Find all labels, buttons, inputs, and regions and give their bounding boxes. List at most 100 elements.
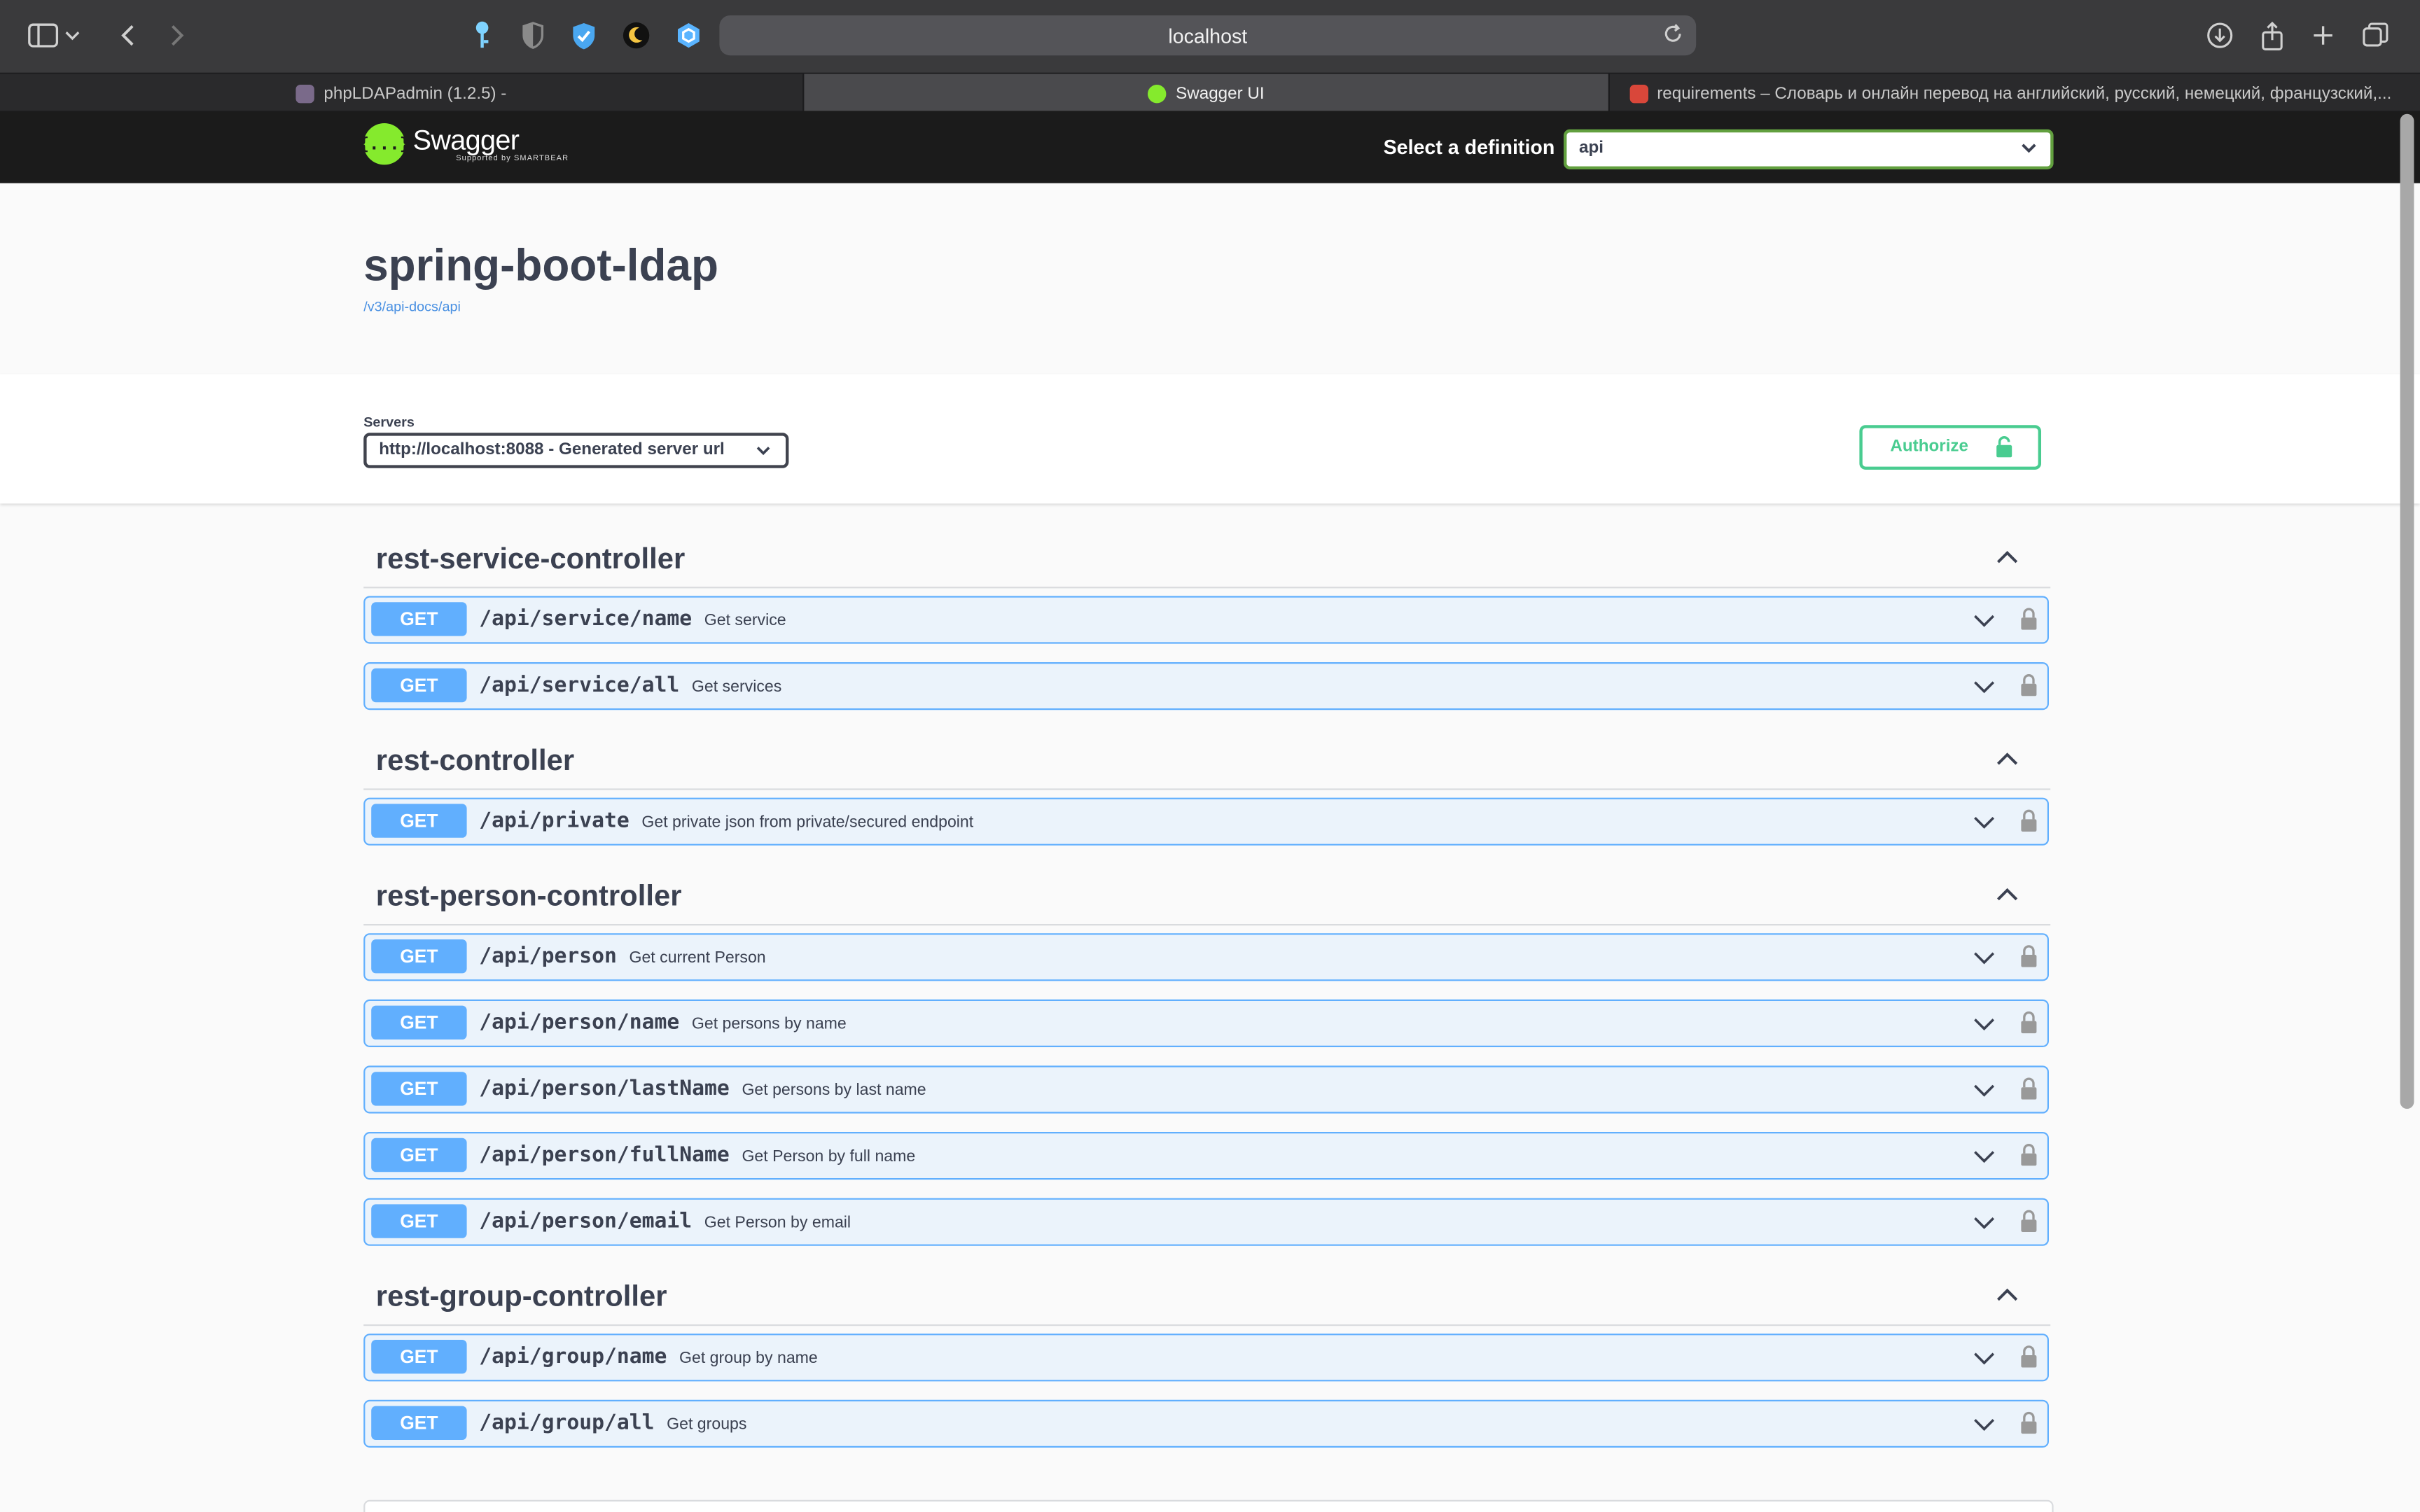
key-extension-icon[interactable] <box>465 18 499 52</box>
operation-get-api-person-fullname[interactable]: GET /api/person/fullName Get Person by fu… <box>363 1132 2050 1180</box>
logo-subtext: Supported by SMARTBEAR <box>456 153 569 163</box>
operation-summary: Get services <box>691 678 782 696</box>
chevron-down-icon[interactable] <box>63 18 81 52</box>
page-title: spring-boot-ldap <box>363 241 718 291</box>
chevron-down-icon[interactable] <box>1973 610 1995 631</box>
dictionary-favicon-icon <box>1629 83 1648 103</box>
method-badge: GET <box>371 668 467 703</box>
chevron-down-icon[interactable] <box>1973 811 1995 833</box>
operation-get-api-group-name[interactable]: GET /api/group/name Get group by name <box>363 1334 2050 1382</box>
lock-icon[interactable] <box>2019 1077 2038 1100</box>
chevron-down-icon[interactable] <box>1973 676 1995 698</box>
operation-path: /api/private <box>479 808 630 834</box>
operation-summary: Get Person by email <box>704 1213 851 1232</box>
operation-path: /api/service/name <box>479 606 693 631</box>
operation-summary: Get persons by name <box>691 1014 847 1034</box>
lock-icon[interactable] <box>2019 808 2038 832</box>
downloads-icon[interactable] <box>2203 18 2237 52</box>
lock-icon[interactable] <box>2019 1010 2038 1034</box>
swagger-logo[interactable]: {...} Swagger Supported by SMARTBEAR <box>359 123 569 165</box>
operation-path: /api/person/lastName <box>479 1076 730 1101</box>
chevron-down-icon[interactable] <box>1973 1212 1995 1233</box>
lock-icon[interactable] <box>2019 1410 2038 1434</box>
hexagon-extension-icon[interactable] <box>672 18 705 52</box>
servers-select[interactable]: http://localhost:8088 - Generated server… <box>363 433 789 468</box>
browser-window: localhost phpLDAPadmin (1.2.5) - Swagger… <box>0 0 2420 1512</box>
authorize-label: Authorize <box>1890 437 1969 456</box>
tag-rest-person-controller[interactable]: rest-person-controller <box>363 872 2051 926</box>
lock-icon[interactable] <box>2019 673 2038 696</box>
operation-get-api-person-email[interactable]: GET /api/person/email Get Person by email <box>363 1198 2050 1246</box>
method-badge: GET <box>371 1406 467 1440</box>
definition-label: Select a definition <box>1383 135 1555 159</box>
servers-label: Servers <box>363 414 415 430</box>
method-badge: GET <box>371 1204 467 1238</box>
tab-overview-icon[interactable] <box>2358 18 2392 52</box>
tag-title: rest-controller <box>375 745 575 778</box>
sidebar-toggle-icon[interactable] <box>26 18 60 52</box>
lock-icon[interactable] <box>2019 1142 2038 1166</box>
definition-select[interactable]: api <box>1564 129 2054 169</box>
operation-get-api-private[interactable]: GET /api/private Get private json from pr… <box>363 797 2050 846</box>
page-scrollbar[interactable] <box>2400 113 2414 1109</box>
chevron-down-icon[interactable] <box>1973 1014 1995 1035</box>
operation-path: /api/group/name <box>479 1344 667 1369</box>
operation-summary: Get persons by last name <box>742 1081 926 1100</box>
operation-get-api-person-lastname[interactable]: GET /api/person/lastName Get persons by l… <box>363 1065 2050 1114</box>
tag-rest-group-controller[interactable]: rest-group-controller <box>363 1272 2051 1326</box>
forward-arrow-icon[interactable] <box>160 18 194 52</box>
api-docs-link[interactable]: /v3/api-docs/api <box>363 299 461 314</box>
chevron-down-icon[interactable] <box>1973 1414 1995 1436</box>
tab-requirements[interactable]: requirements – Словарь и онлайн перевод … <box>1610 74 2411 113</box>
lock-icon[interactable] <box>2019 1345 2038 1368</box>
method-badge: GET <box>371 1340 467 1374</box>
tab-swagger-ui[interactable]: Swagger UI <box>804 74 1608 113</box>
definition-value: api <box>1579 139 1604 158</box>
chevron-down-icon[interactable] <box>1973 1348 1995 1369</box>
operation-get-api-group-all[interactable]: GET /api/group/all Get groups <box>363 1399 2050 1448</box>
tag-rest-controller[interactable]: rest-controller <box>363 736 2051 790</box>
operation-get-api-person[interactable]: GET /api/person Get current Person <box>363 933 2050 981</box>
tab-label: requirements – Словарь и онлайн перевод … <box>1657 83 2392 103</box>
lock-icon[interactable] <box>2019 1209 2038 1232</box>
operation-get-api-service-name[interactable]: GET /api/service/name Get service <box>363 596 2050 644</box>
chevron-up-icon[interactable] <box>1995 747 2019 771</box>
operation-get-api-service-all[interactable]: GET /api/service/all Get services <box>363 662 2050 710</box>
method-badge: GET <box>371 602 467 636</box>
new-tab-icon[interactable] <box>2306 18 2339 52</box>
swagger-logo-icon: {...} <box>359 123 410 165</box>
authorize-button[interactable]: Authorize <box>1859 425 2041 470</box>
shield-extension-icon[interactable] <box>516 18 550 52</box>
method-badge: GET <box>371 1005 467 1040</box>
chevron-up-icon[interactable] <box>1995 1283 2019 1308</box>
address-bar[interactable]: localhost <box>719 15 1697 56</box>
server-value: http://localhost:8088 - Generated server… <box>379 440 725 459</box>
chevron-up-icon[interactable] <box>1995 545 2019 570</box>
back-arrow-icon[interactable] <box>111 18 144 52</box>
operation-path: /api/person/name <box>479 1010 680 1035</box>
operation-summary: Get group by name <box>679 1349 818 1368</box>
browser-toolbar: localhost <box>0 0 2420 73</box>
tab-phpldapadmin[interactable]: phpLDAPadmin (1.2.5) - <box>0 74 802 113</box>
operation-path: /api/group/all <box>479 1410 655 1436</box>
url-text: localhost <box>1168 24 1248 48</box>
share-icon[interactable] <box>2255 18 2289 52</box>
chevron-up-icon[interactable] <box>1995 883 2019 907</box>
lock-icon[interactable] <box>2019 607 2038 630</box>
lock-icon[interactable] <box>2019 944 2038 967</box>
tag-rest-service-controller[interactable]: rest-service-controller <box>363 534 2051 589</box>
reload-icon[interactable] <box>1662 23 1687 48</box>
checkmark-shield-extension-icon[interactable] <box>567 18 601 52</box>
operation-summary: Get Person by full name <box>742 1147 916 1166</box>
operation-path: /api/person/fullName <box>479 1142 730 1168</box>
schemas-section[interactable] <box>363 1499 2054 1512</box>
method-badge: GET <box>371 1138 467 1172</box>
method-badge: GET <box>371 804 467 838</box>
chevron-down-icon[interactable] <box>1973 1146 1995 1168</box>
chevron-down-icon[interactable] <box>1973 947 1995 969</box>
chevron-down-icon[interactable] <box>1973 1079 1995 1101</box>
unlocked-icon <box>1996 436 2012 458</box>
tag-title: rest-group-controller <box>375 1281 667 1314</box>
operation-get-api-person-name[interactable]: GET /api/person/name Get persons by name <box>363 999 2050 1047</box>
dark-mode-extension-icon[interactable] <box>619 18 653 52</box>
